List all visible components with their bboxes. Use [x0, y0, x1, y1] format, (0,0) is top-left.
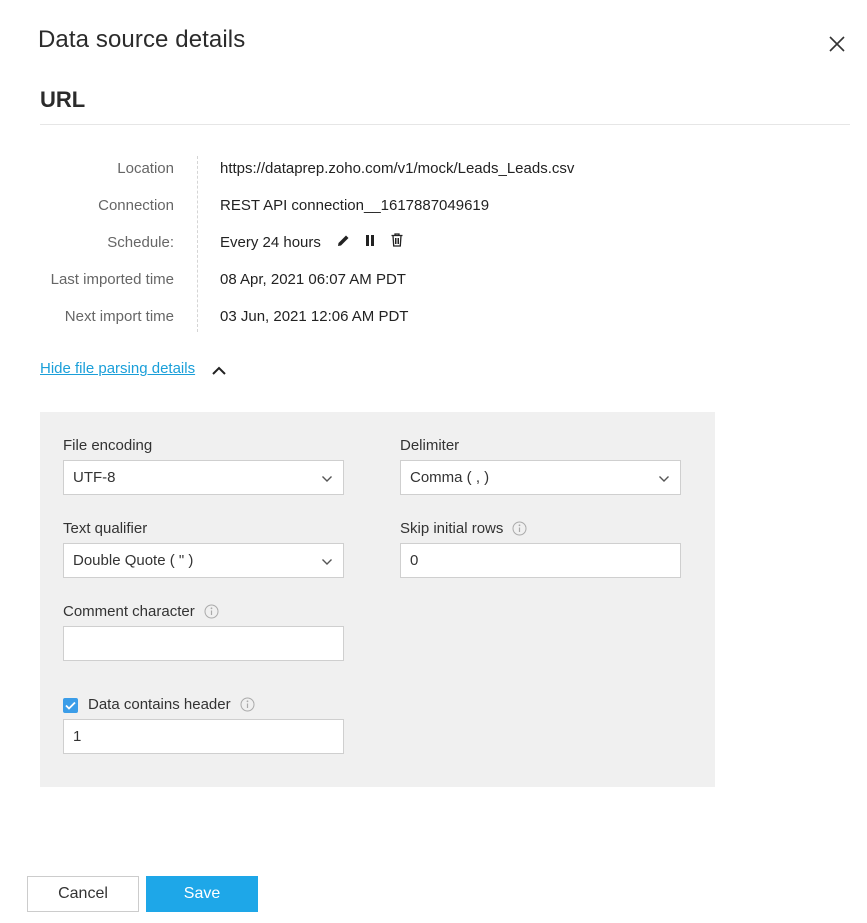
file-encoding-value: UTF-8 — [73, 469, 116, 486]
comment-char-label: Comment character — [63, 603, 219, 620]
cancel-button[interactable]: Cancel — [27, 876, 139, 912]
text-qualifier-label-text: Text qualifier — [63, 520, 148, 537]
chevron-up-icon[interactable] — [211, 363, 227, 377]
chevron-down-icon — [321, 555, 333, 567]
detail-value: https://dataprep.zoho.com/v1/mock/Leads_… — [220, 160, 575, 177]
source-type-title: URL — [40, 87, 86, 112]
header-label: Data contains header — [88, 696, 255, 713]
dialog-title: Data source details — [38, 26, 246, 53]
chevron-down-icon — [658, 472, 670, 484]
detail-label: Location — [117, 160, 174, 177]
info-icon[interactable] — [240, 697, 255, 712]
detail-label: Connection — [98, 197, 174, 214]
detail-label: Last imported time — [50, 271, 174, 288]
info-icon[interactable] — [512, 521, 527, 536]
file-parsing-panel: File encoding UTF-8 Delimiter Comma ( , … — [40, 412, 715, 787]
file-encoding-label: File encoding — [63, 437, 152, 454]
header-row-input[interactable]: 1 — [63, 719, 344, 754]
pause-icon[interactable] — [363, 233, 377, 247]
delete-icon[interactable] — [390, 233, 404, 247]
skip-rows-label: Skip initial rows — [400, 520, 527, 537]
close-icon[interactable] — [826, 33, 848, 55]
detail-value: 03 Jun, 2021 12:06 AM PDT — [220, 308, 409, 325]
section-divider — [40, 124, 850, 125]
detail-label: Schedule: — [107, 234, 174, 251]
text-qualifier-label: Text qualifier — [63, 520, 147, 537]
edit-icon[interactable] — [336, 233, 350, 247]
header-row-value: 1 — [73, 728, 82, 745]
info-icon[interactable] — [204, 604, 219, 619]
hide-parsing-details-link[interactable]: Hide file parsing details — [40, 360, 195, 377]
detail-row-schedule: Schedule: Every 24 hours — [0, 226, 867, 260]
schedule-actions — [336, 233, 404, 247]
comment-char-label-text: Comment character — [63, 603, 195, 620]
detail-row-connection: Connection REST API connection__16178870… — [0, 189, 867, 223]
detail-row-last-imported: Last imported time 08 Apr, 2021 06:07 AM… — [0, 263, 867, 297]
save-button[interactable]: Save — [146, 876, 258, 912]
detail-row-next-import: Next import time 03 Jun, 2021 12:06 AM P… — [0, 300, 867, 334]
chevron-down-icon — [321, 472, 333, 484]
header-label-text: Data contains header — [88, 696, 231, 713]
header-checkbox[interactable] — [63, 698, 78, 713]
text-qualifier-value: Double Quote ( " ) — [73, 552, 194, 569]
comment-char-input[interactable] — [63, 626, 344, 661]
file-encoding-select[interactable]: UTF-8 — [63, 460, 344, 495]
detail-label: Next import time — [64, 308, 174, 325]
skip-rows-input[interactable]: 0 — [400, 543, 681, 578]
text-qualifier-select[interactable]: Double Quote ( " ) — [63, 543, 344, 578]
detail-value: REST API connection__1617887049619 — [220, 197, 490, 214]
skip-rows-value: 0 — [410, 552, 419, 569]
delimiter-label-text: Delimiter — [400, 437, 460, 454]
delimiter-select[interactable]: Comma ( , ) — [400, 460, 681, 495]
detail-row-location: Location https://dataprep.zoho.com/v1/mo… — [0, 152, 867, 186]
detail-value: Every 24 hours — [220, 234, 321, 251]
delimiter-label: Delimiter — [400, 437, 459, 454]
skip-rows-label-text: Skip initial rows — [400, 520, 504, 537]
file-encoding-label-text: File encoding — [63, 437, 153, 454]
detail-value: 08 Apr, 2021 06:07 AM PDT — [220, 271, 406, 288]
delimiter-value: Comma ( , ) — [410, 469, 490, 486]
